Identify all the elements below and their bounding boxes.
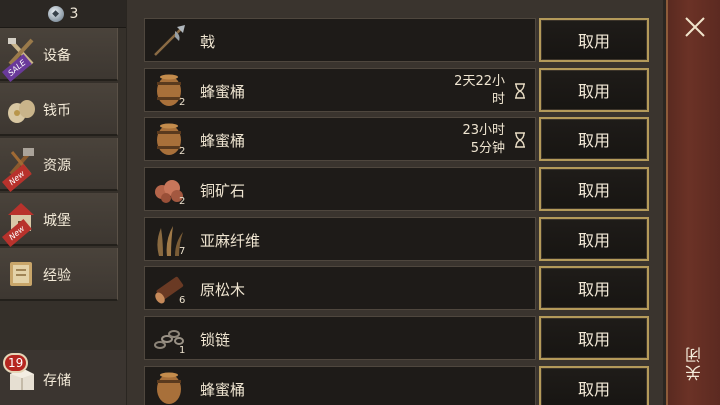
take-button[interactable]: 取用 <box>539 167 649 211</box>
category-sidebar: ◆ 3 SALE 设备 钱币 New 资源 New 城堡 经验 19 存储 <box>0 0 126 405</box>
item-quantity: 2 <box>179 97 186 108</box>
item-name: 原松木 <box>200 281 246 299</box>
item-panel: 7 亚麻纤维 <box>144 217 536 261</box>
expiry-timer: 2天22小 时 <box>425 73 505 109</box>
hourglass-icon <box>515 83 525 99</box>
item-name: 蜂蜜桶 <box>200 132 246 150</box>
item-quantity: 2 <box>179 146 186 157</box>
coin-bags-icon <box>8 100 35 123</box>
item-panel: 1 锁链 <box>144 316 536 360</box>
barrel-icon <box>157 372 181 404</box>
hourglass-icon <box>515 132 525 148</box>
sidebar-item-storage[interactable]: 19 存储 <box>0 350 126 405</box>
list-item: 戟 取用 <box>144 18 663 62</box>
item-name: 蜂蜜桶 <box>200 83 246 101</box>
storage-count-badge: 19 <box>3 353 29 373</box>
take-button[interactable]: 取用 <box>539 366 649 405</box>
close-icon[interactable] <box>682 14 708 40</box>
list-item: 2 铜矿石 取用 <box>144 167 663 211</box>
list-item: 蜂蜜桶 取用 <box>144 366 663 405</box>
item-name: 铜矿石 <box>200 182 246 200</box>
sidebar-item-experience[interactable]: 经验 <box>0 248 118 301</box>
item-name: 亚麻纤维 <box>200 232 261 250</box>
item-quantity: 7 <box>179 246 186 257</box>
take-button[interactable]: 取用 <box>539 316 649 360</box>
item-panel: 2 蜂蜜桶 2天22小 时 <box>144 68 536 112</box>
gem-counter: ◆ 3 <box>0 0 126 28</box>
expiry-timer: 23小时 5分钟 <box>425 122 505 158</box>
item-quantity: 1 <box>179 345 186 356</box>
item-name: 锁链 <box>200 331 231 349</box>
item-name: 蜂蜜桶 <box>200 381 246 399</box>
halberd-icon <box>154 25 185 56</box>
timer-line: 23小时 <box>462 123 505 138</box>
sidebar-item-castle[interactable]: New 城堡 <box>0 193 118 247</box>
close-label[interactable]: 关闭 <box>683 345 707 381</box>
item-name: 戟 <box>200 33 216 51</box>
gem-icon: ◆ <box>47 5 64 22</box>
list-item: 2 蜂蜜桶 23小时 5分钟 取用 <box>144 117 663 161</box>
item-panel: 蜂蜜桶 <box>144 366 536 405</box>
gem-count: 3 <box>69 5 79 22</box>
storage-item-list[interactable]: 戟 取用 2 蜂蜜桶 2天22小 时 取用 2 蜂蜜桶 23小时 5分钟 取用 … <box>127 0 663 405</box>
close-panel[interactable]: 关闭 <box>666 0 720 405</box>
timer-line: 时 <box>491 92 505 107</box>
item-panel: 6 原松木 <box>144 266 536 310</box>
item-panel: 戟 <box>144 18 536 62</box>
list-item: 6 原松木 取用 <box>144 266 663 310</box>
timer-line: 2天22小 <box>454 74 505 89</box>
timer-line: 5分钟 <box>470 141 505 156</box>
book-icon <box>10 262 32 286</box>
sidebar-item-equipment[interactable]: SALE 设备 <box>0 28 118 82</box>
sidebar-item-label: 经验 <box>43 268 71 284</box>
list-item: 2 蜂蜜桶 2天22小 时 取用 <box>144 68 663 112</box>
take-button[interactable]: 取用 <box>539 18 649 62</box>
take-button[interactable]: 取用 <box>539 117 649 161</box>
take-button[interactable]: 取用 <box>539 68 649 112</box>
take-button[interactable]: 取用 <box>539 217 649 261</box>
item-panel: 2 蜂蜜桶 23小时 5分钟 <box>144 117 536 161</box>
take-button[interactable]: 取用 <box>539 266 649 310</box>
sidebar-item-label: 城堡 <box>43 213 71 229</box>
item-quantity: 6 <box>179 295 186 306</box>
item-panel: 2 铜矿石 <box>144 167 536 211</box>
list-item: 7 亚麻纤维 取用 <box>144 217 663 261</box>
sidebar-item-coins[interactable]: 钱币 <box>0 83 118 136</box>
sidebar-item-label: 资源 <box>43 158 71 174</box>
sidebar-item-resources[interactable]: New 资源 <box>0 138 118 192</box>
sidebar-item-label: 存储 <box>43 373 71 389</box>
item-quantity: 2 <box>179 196 186 207</box>
list-item: 1 锁链 取用 <box>144 316 663 360</box>
sidebar-item-label: 钱币 <box>43 103 71 119</box>
sidebar-item-label: 设备 <box>43 48 71 64</box>
